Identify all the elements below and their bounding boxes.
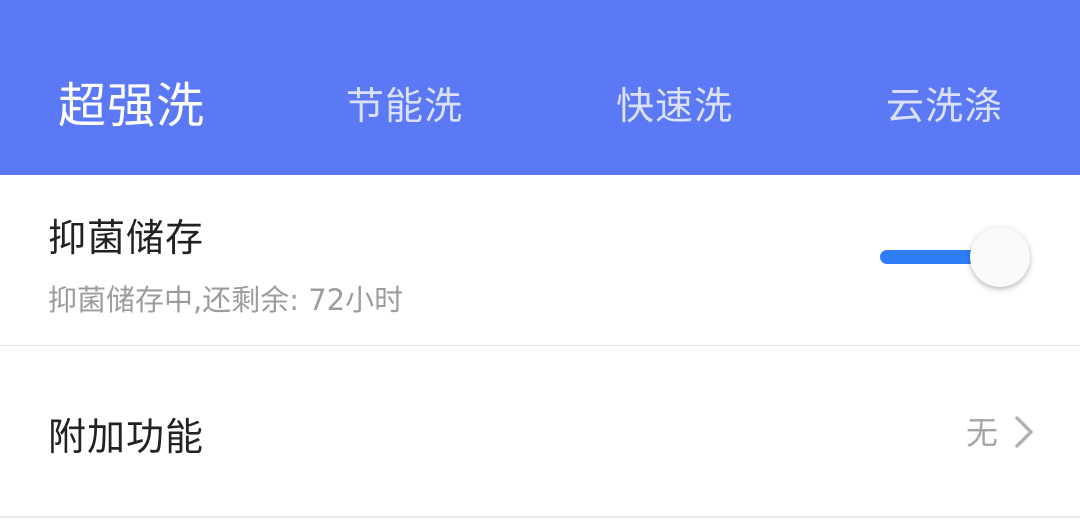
antibacterial-storage-title: 抑菌储存 <box>48 216 205 260</box>
antibacterial-storage-status: 抑菌储存中,还剩余: 72小时 <box>48 283 404 317</box>
bottom-divider <box>0 516 1080 518</box>
tab-cloud-wash[interactable]: 云洗涤 <box>886 78 1003 134</box>
mode-tab-bar: 超强洗 节能洗 快速洗 云洗涤 <box>0 0 1080 175</box>
antibacterial-storage-row: 抑菌储存 抑菌储存中,还剩余: 72小时 <box>0 175 1080 345</box>
extra-functions-title: 附加功能 <box>48 415 205 459</box>
tab-eco-wash[interactable]: 节能洗 <box>346 78 463 134</box>
tab-quick-wash[interactable]: 快速洗 <box>616 78 733 134</box>
tab-super-wash[interactable]: 超强洗 <box>58 74 205 138</box>
extra-functions-row[interactable]: 附加功能 无 <box>0 346 1080 516</box>
extra-functions-value: 无 <box>965 414 998 452</box>
chevron-right-icon <box>1015 416 1033 448</box>
antibacterial-storage-toggle[interactable] <box>876 225 1036 289</box>
toggle-thumb <box>970 227 1030 287</box>
